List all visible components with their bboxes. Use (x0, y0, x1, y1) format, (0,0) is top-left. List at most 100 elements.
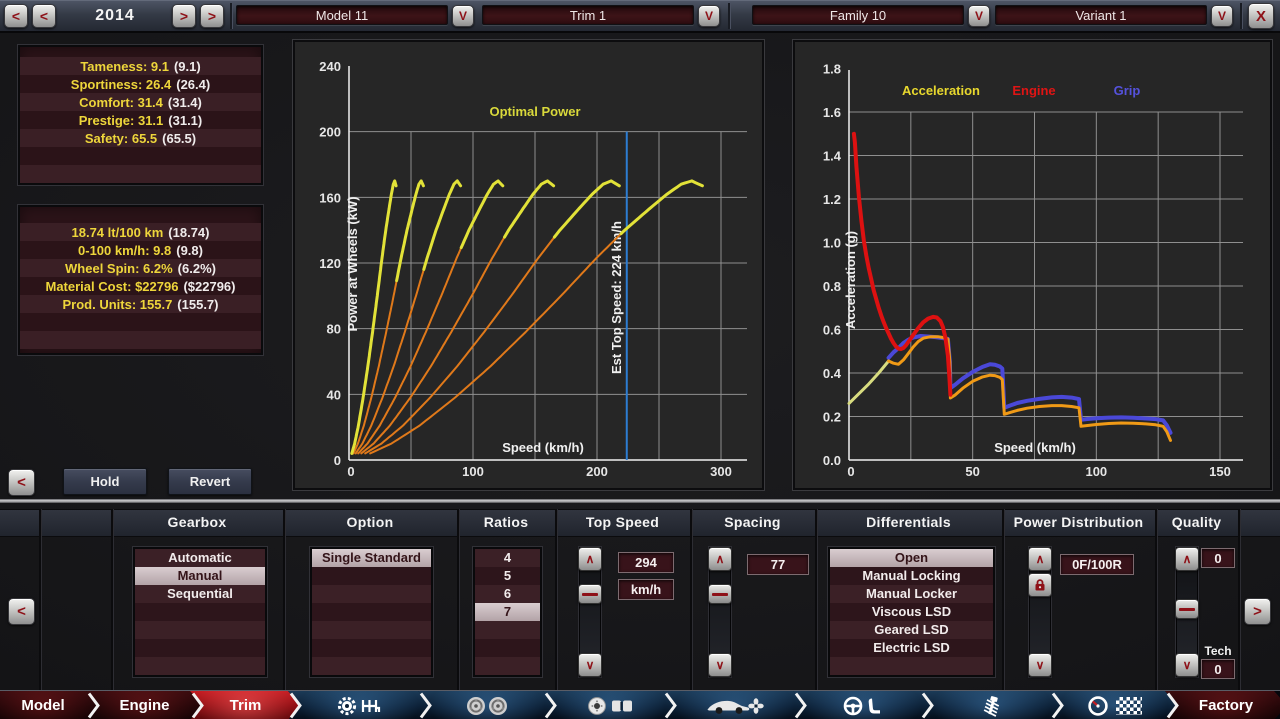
list-item-5[interactable]: 5 (475, 567, 540, 585)
list-filler-row (475, 639, 540, 657)
quality-slider-handle[interactable] (1175, 599, 1199, 619)
svg-text:Engine: Engine (1012, 83, 1055, 98)
tab-brakes[interactable] (543, 691, 676, 719)
list-item-manual-locker[interactable]: Manual Locker (830, 585, 993, 603)
family-dropdown-button[interactable]: V (968, 5, 990, 27)
tab-label: Engine (119, 697, 169, 714)
stat-label-value: 0-100 km/h: 9.8 (78, 243, 171, 258)
list-item-4[interactable]: 4 (475, 549, 540, 567)
tab-wheels-tires[interactable] (418, 691, 556, 719)
year-display: 2014 (60, 4, 170, 28)
stat-paren-value: (26.4) (176, 77, 210, 92)
stat-row: Prestige: 31.1(31.1) (20, 111, 261, 129)
chevron-right-icon: > (208, 8, 216, 24)
stat-row: 0-100 km/h: 9.8(9.8) (20, 241, 261, 259)
list-item-sequential[interactable]: Sequential (135, 585, 265, 603)
chevron-down-icon: V (1218, 9, 1226, 23)
model-dropdown[interactable]: Model 11 (236, 5, 448, 25)
list-filler-row (135, 621, 265, 639)
list-item-electric-lsd[interactable]: Electric LSD (830, 639, 993, 657)
svg-text:200: 200 (586, 464, 608, 479)
tab-gearbox[interactable] (288, 691, 431, 719)
stat-label-value: Prod. Units: 155.7 (62, 297, 172, 312)
power-distribution-lock-button[interactable] (1028, 573, 1052, 597)
power-at-wheels-chart: 040801201602002400100200300Optimal Power… (295, 42, 762, 488)
list-item-viscous-lsd[interactable]: Viscous LSD (830, 603, 993, 621)
checkered-flag-icon (1116, 697, 1142, 715)
spacing-slider: ∧ ∨ (705, 545, 735, 679)
power-distribution-decrease-button[interactable]: ∨ (1028, 653, 1052, 677)
list-filler-row (312, 621, 431, 639)
svg-text:240: 240 (319, 59, 341, 74)
svg-text:150: 150 (1209, 464, 1231, 479)
svg-text:0: 0 (847, 464, 854, 479)
revert-button[interactable]: Revert (168, 468, 252, 495)
spacing-slider-handle[interactable] (708, 584, 732, 604)
quality-value: 0 (1201, 548, 1235, 568)
stat-filler-row (20, 147, 261, 165)
list-item-geared-lsd[interactable]: Geared LSD (830, 621, 993, 639)
stat-paren-value: (155.7) (177, 297, 218, 312)
list-filler-row (135, 603, 265, 621)
stat-row: Wheel Spin: 6.2%(6.2%) (20, 259, 261, 277)
list-item-manual-selected[interactable]: Manual (135, 567, 265, 585)
chevron-down-icon: V (705, 9, 713, 23)
list-item-manual-locking[interactable]: Manual Locking (830, 567, 993, 585)
wheels-tires-icon (465, 696, 509, 716)
tab-model[interactable]: Model (0, 691, 99, 719)
power-distribution-value: 0F/100R (1060, 554, 1134, 575)
list-item-automatic[interactable]: Automatic (135, 549, 265, 567)
spacing-increase-button[interactable]: ∧ (708, 547, 732, 571)
svg-text:50: 50 (965, 464, 979, 479)
variant-dropdown[interactable]: Variant 1 (995, 5, 1207, 25)
stat-label-value: Prestige: 31.1 (79, 113, 164, 128)
list-item-6[interactable]: 6 (475, 585, 540, 603)
svg-text:1.8: 1.8 (823, 62, 841, 77)
list-filler-row (312, 639, 431, 657)
quality-increase-button[interactable]: ∧ (1175, 547, 1199, 571)
stat-label-value: Material Cost: $22796 (46, 279, 179, 294)
column-divider (815, 509, 817, 690)
power-distribution-increase-button[interactable]: ∧ (1028, 547, 1052, 571)
year-next-button[interactable]: > (172, 4, 196, 28)
spacing-value: 77 (747, 554, 809, 575)
tab-trim-active[interactable]: Trim (190, 691, 301, 719)
svg-text:Speed (km/h): Speed (km/h) (502, 440, 584, 455)
list-item-7-selected[interactable]: 7 (475, 603, 540, 621)
stat-row: Sportiness: 26.4(26.4) (20, 75, 261, 93)
family-dropdown[interactable]: Family 10 (752, 5, 964, 25)
settings-forward-button[interactable]: > (1244, 598, 1271, 625)
year-next-fast-button[interactable]: > (200, 4, 224, 28)
tab-test-track[interactable] (1050, 691, 1178, 719)
stat-paren-value: (31.4) (168, 95, 202, 110)
tab-interior[interactable] (793, 691, 933, 719)
tab-suspension[interactable] (920, 691, 1063, 719)
variant-dropdown-button[interactable]: V (1211, 5, 1233, 27)
year-prev-button[interactable]: < (32, 4, 56, 28)
list-item-open-selected[interactable]: Open (830, 549, 993, 567)
top-speed-decrease-button[interactable]: ∨ (578, 653, 602, 677)
list-item-single-standard-selected[interactable]: Single Standard (312, 549, 431, 567)
page-back-button[interactable]: < (8, 469, 35, 496)
year-prev-fast-button[interactable]: < (4, 4, 28, 28)
tab-factory[interactable]: Factory (1165, 691, 1280, 719)
differentials-header: Differentials (815, 512, 1002, 532)
model-dropdown-button[interactable]: V (452, 5, 474, 27)
column-divider (1238, 509, 1240, 690)
hold-button[interactable]: Hold (63, 468, 147, 495)
stat-paren-value: (65.5) (162, 131, 196, 146)
quality-decrease-button[interactable]: ∨ (1175, 653, 1199, 677)
svg-text:Optimal Power: Optimal Power (489, 104, 580, 119)
settings-back-button[interactable]: < (8, 598, 35, 625)
chevron-down-icon: ∨ (586, 658, 595, 672)
tab-body-aero[interactable] (663, 691, 806, 719)
top-speed-increase-button[interactable]: ∧ (578, 547, 602, 571)
tab-engine[interactable]: Engine (86, 691, 203, 719)
close-button[interactable]: X (1248, 3, 1274, 29)
trim-dropdown-button[interactable]: V (698, 5, 720, 27)
chevron-down-icon: ∨ (1183, 658, 1192, 672)
trim-dropdown[interactable]: Trim 1 (482, 5, 694, 25)
spacing-decrease-button[interactable]: ∨ (708, 653, 732, 677)
gearbox-icon (337, 696, 383, 716)
top-speed-slider-handle[interactable] (578, 584, 602, 604)
